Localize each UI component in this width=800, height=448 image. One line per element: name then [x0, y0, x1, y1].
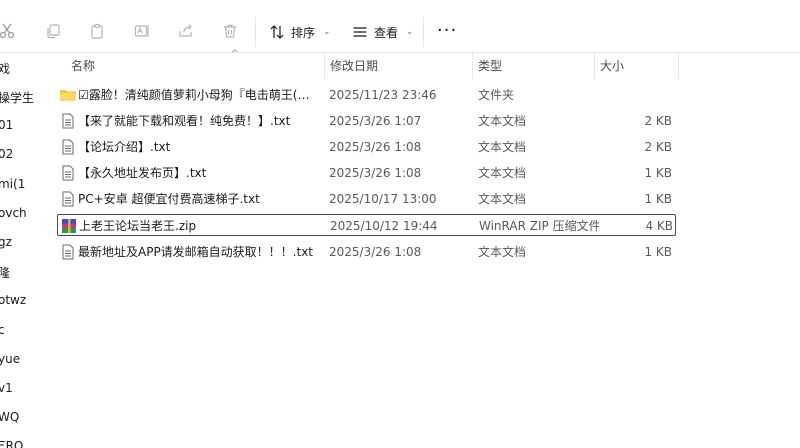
- file-size: 1 KB: [644, 166, 672, 180]
- nav-item[interactable]: 01: [0, 118, 13, 138]
- file-size: 1 KB: [644, 192, 672, 206]
- text-file-icon: [59, 165, 77, 181]
- file-date: 2025/10/12 19:44: [330, 219, 438, 233]
- file-type: 文件夹: [478, 88, 515, 102]
- file-name: 最新地址及APP请发邮箱自动获取！！！.txt: [78, 245, 314, 259]
- column-header-type[interactable]: 类型: [472, 53, 594, 79]
- text-file-icon: [59, 139, 77, 155]
- file-row[interactable]: 最新地址及APP请发邮箱自动获取！！！.txt 2025/3/26 1:08 文…: [57, 241, 676, 263]
- share-icon[interactable]: [177, 22, 195, 40]
- nav-item[interactable]: mi(1: [0, 177, 25, 197]
- file-row-selected[interactable]: 上老王论坛当老王.zip 2025/10/12 19:44 WinRAR ZIP…: [57, 214, 676, 236]
- nav-item[interactable]: 隆: [0, 264, 10, 284]
- rename-icon[interactable]: [133, 22, 151, 40]
- nav-item[interactable]: WQ: [0, 410, 19, 430]
- file-row[interactable]: 【永久地址发布页】.txt 2025/3/26 1:08 文本文档 1 KB: [57, 162, 676, 184]
- file-name: 上老王论坛当老王.zip: [79, 219, 197, 233]
- file-row[interactable]: 【来了就能下载和观看！纯免费！】.txt 2025/3/26 1:07 文本文档…: [57, 110, 676, 132]
- file-size: 4 KB: [645, 219, 673, 233]
- file-row[interactable]: PC+安卓 超便宜付费高速梯子.txt 2025/10/17 13:00 文本文…: [57, 188, 676, 210]
- winrar-zip-icon: [60, 218, 78, 234]
- file-type: 文本文档: [478, 166, 527, 180]
- file-size: 2 KB: [644, 114, 672, 128]
- file-size: [597, 84, 672, 106]
- file-date: 2025/10/17 13:00: [329, 192, 437, 206]
- file-name: 【永久地址发布页】.txt: [78, 166, 207, 180]
- file-type: WinRAR ZIP 压缩文件: [479, 219, 599, 233]
- nav-item[interactable]: otwz: [0, 293, 26, 313]
- nav-item[interactable]: 操学生: [0, 89, 34, 109]
- file-date: 2025/11/23 23:46: [329, 88, 437, 102]
- nav-item[interactable]: 戏: [0, 60, 10, 80]
- file-row[interactable]: 【论坛介绍】.txt 2025/3/26 1:08 文本文档 2 KB: [57, 136, 676, 158]
- nav-item[interactable]: ovch: [0, 206, 27, 226]
- nav-item[interactable]: ΞRO: [0, 439, 23, 448]
- file-name: ☑露脸！清纯颜值萝莉小母狗『电击萌王(men...: [78, 88, 318, 102]
- folder-icon: [59, 87, 77, 103]
- nav-item[interactable]: v1: [0, 381, 13, 401]
- command-bar: 排序 ⌄ 查看 ⌄ ···: [0, 0, 800, 53]
- column-header-size[interactable]: 大小: [594, 53, 678, 79]
- file-type: 文本文档: [478, 114, 527, 128]
- file-date: 2025/3/26 1:08: [329, 140, 422, 154]
- column-header-row: ^ 名称 修改日期 类型 大小: [40, 49, 800, 79]
- chevron-down-icon: ⌄: [323, 27, 331, 37]
- file-name: 【来了就能下载和观看！纯免费！】.txt: [78, 114, 291, 128]
- sort-icon: [270, 25, 284, 39]
- paste-icon[interactable]: [88, 22, 106, 40]
- column-header-date[interactable]: 修改日期: [324, 53, 472, 79]
- text-file-icon: [59, 244, 77, 260]
- file-type: 文本文档: [478, 192, 527, 206]
- toolbar-separator: [423, 17, 424, 47]
- chevron-down-icon: ⌄: [406, 27, 414, 37]
- column-divider[interactable]: [678, 53, 679, 79]
- file-name: PC+安卓 超便宜付费高速梯子.txt: [78, 192, 260, 206]
- delete-icon[interactable]: [221, 22, 239, 40]
- more-options-button[interactable]: ···: [437, 22, 457, 40]
- column-header-name[interactable]: 名称: [65, 53, 327, 79]
- cut-icon[interactable]: [0, 22, 16, 40]
- file-size: 2 KB: [644, 140, 672, 154]
- navigation-pane: 戏 操学生 01 02 mi(1 ovch gz 隆 otwz c yue v1…: [0, 53, 40, 448]
- file-size: 1 KB: [644, 245, 672, 259]
- sort-button[interactable]: 排序 ⌄: [269, 20, 331, 44]
- toolbar-separator: [255, 17, 256, 47]
- text-file-icon: [59, 113, 77, 129]
- nav-item[interactable]: 02: [0, 147, 13, 167]
- file-type: 文本文档: [478, 140, 527, 154]
- file-name: 【论坛介绍】.txt: [78, 140, 171, 154]
- file-date: 2025/3/26 1:07: [329, 114, 422, 128]
- view-button[interactable]: 查看 ⌄: [352, 20, 414, 44]
- sort-label: 排序: [291, 25, 316, 40]
- file-date: 2025/3/26 1:08: [329, 245, 422, 259]
- file-date: 2025/3/26 1:08: [329, 166, 422, 180]
- view-icon: [353, 27, 367, 37]
- text-file-icon: [59, 191, 77, 207]
- file-type: 文本文档: [478, 245, 527, 259]
- view-label: 查看: [374, 25, 399, 40]
- nav-item[interactable]: yue: [0, 352, 20, 372]
- nav-item[interactable]: c: [0, 323, 5, 343]
- nav-item[interactable]: gz: [0, 235, 12, 255]
- copy-icon[interactable]: [44, 22, 62, 40]
- file-row[interactable]: ☑露脸！清纯颜值萝莉小母狗『电击萌王(men... 2025/11/23 23:…: [57, 84, 676, 106]
